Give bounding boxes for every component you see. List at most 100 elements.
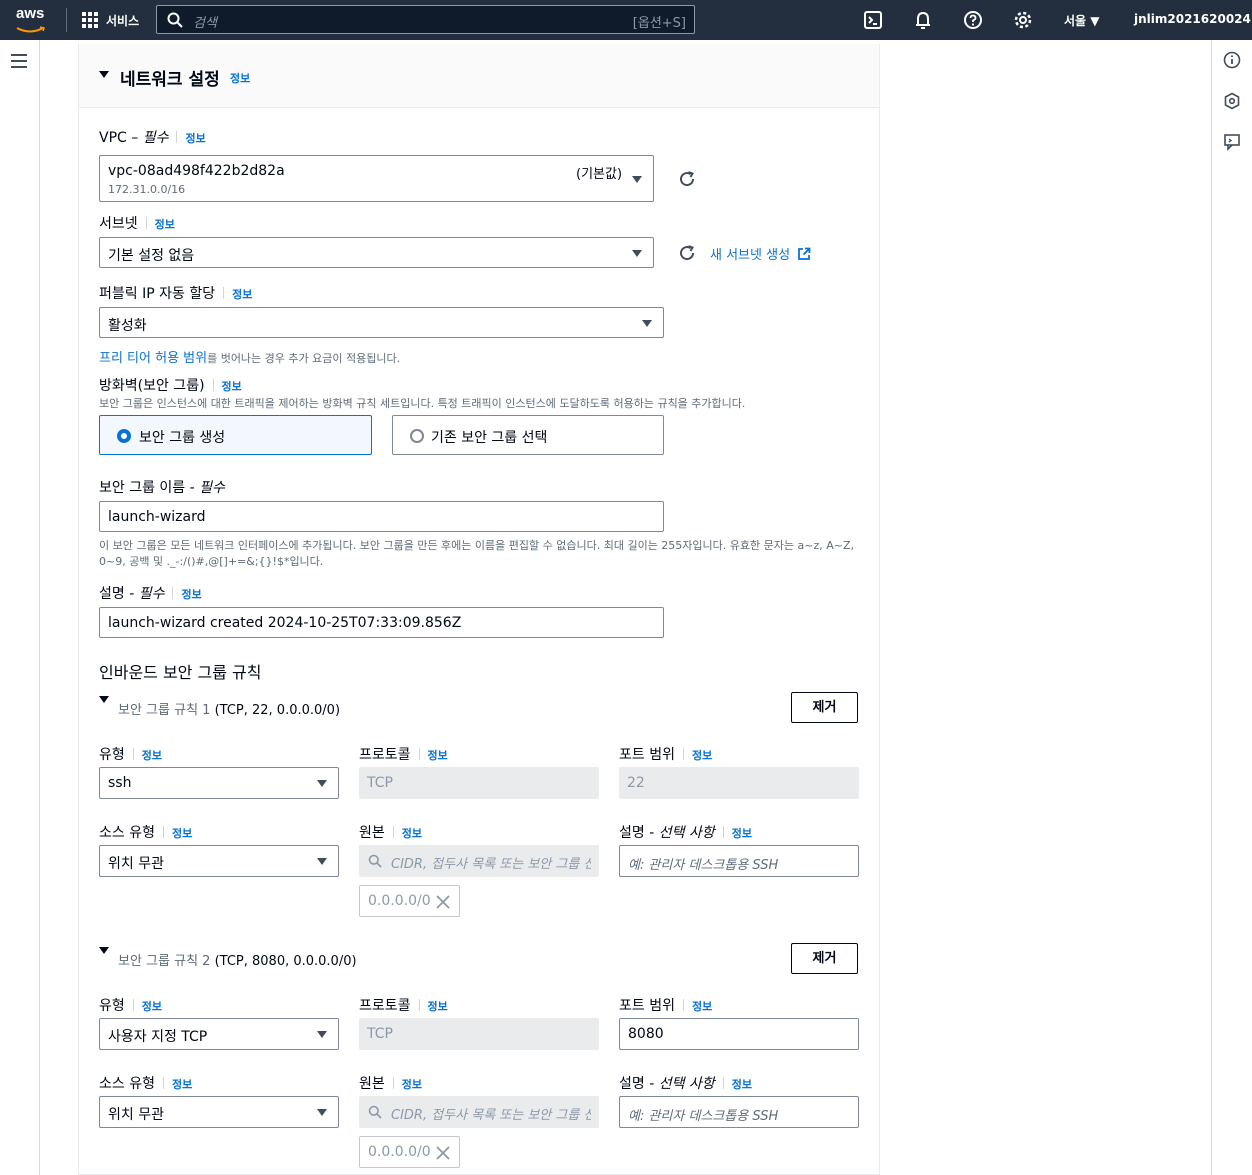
rule-2-type-select[interactable]: 사용자 지정 TCP — [99, 1018, 339, 1050]
rule-2-protocol-field: TCP — [359, 1018, 599, 1050]
rule-1-description-input[interactable]: 예: 관리자 데스크톱용 SSH — [619, 845, 859, 877]
search-placeholder: 검색 — [193, 16, 217, 31]
inbound-rules-title: 인바운드 보안 그룹 규칙 — [99, 663, 262, 682]
info-icon[interactable] — [1223, 51, 1241, 69]
source-info-link[interactable]: 정보 — [402, 827, 422, 840]
bell-icon[interactable] — [913, 10, 933, 30]
subnet-select[interactable]: 기본 설정 없음 — [99, 237, 654, 268]
existing-security-group-option[interactable]: 기존 보안 그룹 선택 — [392, 415, 664, 455]
source-type-info-link[interactable]: 정보 — [172, 1078, 192, 1091]
firewall-info-link[interactable]: 정보 — [222, 380, 242, 393]
caret-down-icon — [642, 320, 652, 327]
services-label: 서비스 — [106, 13, 140, 28]
rule-2-type-label: 유형 정보 — [99, 995, 162, 1015]
source-label-text: 원본 — [359, 1076, 385, 1092]
type-info-link[interactable]: 정보 — [142, 749, 162, 762]
vpc-label-text: VPC – — [99, 130, 139, 146]
port-info-link[interactable]: 정보 — [692, 749, 712, 762]
source-info-link[interactable]: 정보 — [402, 1078, 422, 1091]
sg-name-help-line1: 이 보안 그룹은 모든 네트워크 인터페이스에 추가됩니다. 보안 그룹을 만든… — [99, 539, 854, 552]
free-tier-link[interactable]: 프리 티어 허용 범위 — [99, 351, 207, 366]
divider — [162, 1077, 164, 1089]
global-search-input[interactable]: 검색 [옵션+S] — [156, 5, 695, 34]
search-shortcut-hint: [옵션+S] — [632, 16, 686, 31]
rule-2-protocol-value: TCP — [367, 1026, 393, 1042]
rule-2-source-type-select[interactable]: 위치 무관 — [99, 1096, 339, 1128]
rule-2-source-placeholder: CIDR, 접두사 목록 또는 보안 그룹 선택 — [391, 1108, 591, 1123]
new-subnet-link[interactable]: 새 서브넷 생성 — [710, 244, 811, 263]
sg-description-info-link[interactable]: 정보 — [181, 588, 201, 601]
divider — [392, 826, 394, 838]
aws-smile-icon — [16, 26, 45, 33]
rule-2-header-detail: (TCP, 8080, 0.0.0.0/0) — [210, 954, 357, 969]
rule-2-port-input[interactable]: 8080 — [619, 1018, 859, 1050]
firewall-label-text: 방화벽(보안 그룹) — [99, 378, 205, 394]
source-type-info-link[interactable]: 정보 — [172, 827, 192, 840]
divider — [722, 1077, 724, 1089]
gear-icon[interactable] — [1013, 10, 1033, 30]
vpc-required: 필수 — [142, 130, 169, 146]
public-ip-info-link[interactable]: 정보 — [232, 288, 252, 301]
cloudshell-icon[interactable] — [863, 10, 883, 30]
caret-down-icon — [317, 780, 327, 787]
rule-2-source-label: 원본 정보 — [359, 1073, 422, 1093]
rule-1-source-type-select[interactable]: 위치 무관 — [99, 845, 339, 877]
vpc-select[interactable]: vpc-08ad498f422b2d82a 172.31.0.0/16 (기본값… — [99, 155, 654, 202]
refresh-icon[interactable] — [678, 244, 696, 262]
subnet-label-text: 서브넷 — [99, 216, 138, 232]
caret-down-icon[interactable] — [99, 947, 109, 954]
subnet-info-link[interactable]: 정보 — [155, 218, 175, 231]
divider — [212, 379, 214, 391]
protocol-info-link[interactable]: 정보 — [428, 749, 448, 762]
caret-down-icon — [99, 71, 109, 78]
close-icon — [436, 1146, 450, 1160]
rule-1-protocol-label: 프로토콜 정보 — [359, 744, 448, 764]
rule-description-info-link[interactable]: 정보 — [732, 1078, 752, 1091]
sg-description-input[interactable]: launch-wizard created 2024-10-25T07:33:0… — [99, 607, 664, 638]
rule-1-type-value: ssh — [108, 775, 132, 791]
public-ip-select[interactable]: 활성화 — [99, 307, 664, 338]
remove-rule-1-button[interactable]: 제거 — [791, 692, 858, 723]
aws-logo[interactable]: aws — [16, 6, 50, 34]
refresh-icon[interactable] — [678, 170, 696, 188]
rule-1-source-token-value: 0.0.0.0/0 — [368, 893, 431, 909]
source-type-label-text: 소스 유형 — [99, 825, 155, 841]
account-menu[interactable]: jnlim2021620024 — [1134, 12, 1251, 26]
vpc-info-link[interactable]: 정보 — [185, 132, 205, 145]
caret-down-icon — [632, 250, 642, 257]
caret-down-icon[interactable] — [99, 696, 109, 703]
rule-2-source-type-value: 위치 무관 — [108, 1107, 164, 1123]
rule-1-port-value: 22 — [627, 775, 645, 791]
protocol-info-link[interactable]: 정보 — [428, 1000, 448, 1013]
section-info-link[interactable]: 정보 — [230, 70, 250, 86]
menu-icon[interactable] — [11, 54, 27, 68]
rule-2-header: 보안 그룹 규칙 2 (TCP, 8080, 0.0.0.0/0) — [118, 950, 357, 969]
rule-1-header-prefix: 보안 그룹 규칙 1 — [118, 703, 211, 718]
port-info-link[interactable]: 정보 — [692, 1000, 712, 1013]
rule-1-header: 보안 그룹 규칙 1 (TCP, 22, 0.0.0.0/0) — [118, 699, 340, 718]
subnet-label: 서브넷 정보 — [99, 213, 175, 233]
port-label-text: 포트 범위 — [619, 747, 675, 763]
caret-down-icon — [632, 176, 642, 183]
feedback-icon[interactable] — [1223, 133, 1241, 151]
help-icon[interactable] — [963, 10, 983, 30]
rule-2-source-token: 0.0.0.0/0 — [359, 1136, 460, 1168]
rule-2-source-token-value: 0.0.0.0/0 — [368, 1144, 431, 1160]
rule-description-info-link[interactable]: 정보 — [732, 827, 752, 840]
services-menu-button[interactable]: 서비스 — [82, 10, 139, 30]
create-security-group-option[interactable]: 보안 그룹 생성 — [99, 415, 372, 455]
left-rail — [0, 40, 40, 1175]
rule-1-type-select[interactable]: ssh — [99, 767, 339, 799]
region-selector[interactable]: 서울 ▼ — [1064, 12, 1100, 29]
aws-logo-text: aws — [16, 5, 45, 22]
rule-1-protocol-value: TCP — [367, 775, 393, 791]
remove-rule-2-button[interactable]: 제거 — [791, 943, 858, 974]
type-info-link[interactable]: 정보 — [142, 1000, 162, 1013]
network-settings-header[interactable]: 네트워크 설정 정보 — [79, 44, 879, 108]
sg-name-input[interactable]: launch-wizard — [99, 501, 664, 532]
hexagon-settings-icon[interactable] — [1223, 92, 1241, 110]
rule-description-optional: 선택 사항 — [658, 1076, 715, 1092]
rule-2-description-input[interactable]: 예: 관리자 데스크톱용 SSH — [619, 1096, 859, 1128]
rule-2-description-placeholder: 예: 관리자 데스크톱용 SSH — [628, 1109, 779, 1124]
divider — [145, 217, 147, 229]
